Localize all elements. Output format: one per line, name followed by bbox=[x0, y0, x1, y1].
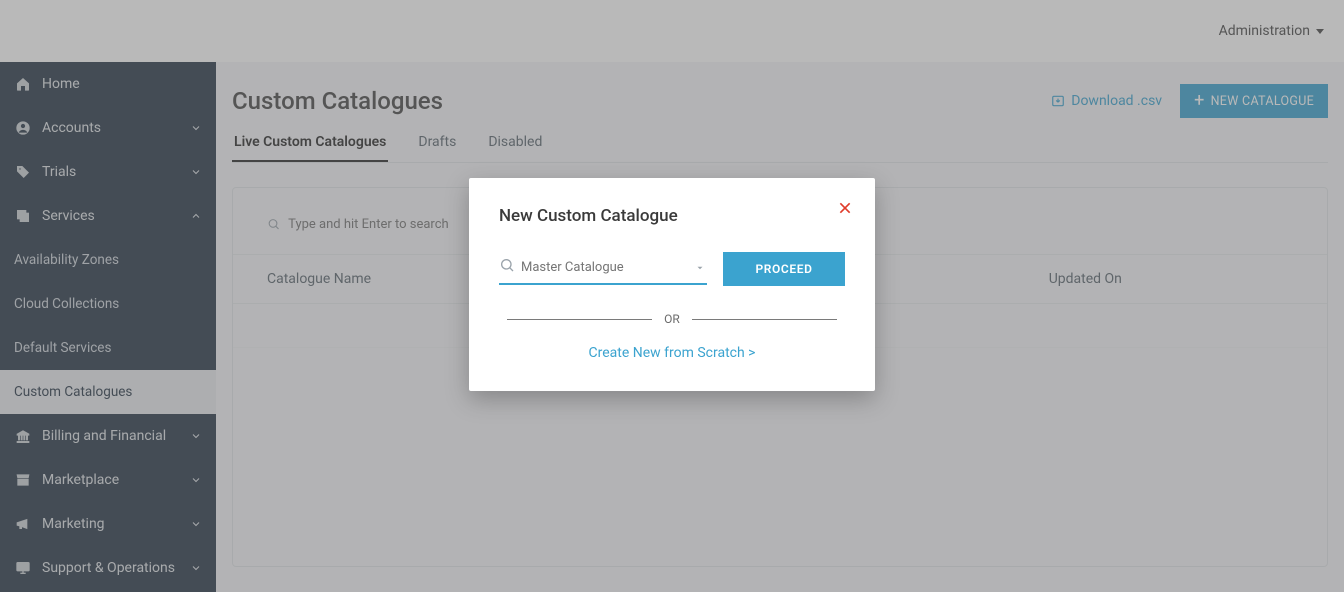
modal-title: New Custom Catalogue bbox=[499, 206, 845, 226]
modal-overlay[interactable]: New Custom Catalogue PROCEED OR Create N… bbox=[0, 0, 1344, 592]
search-icon bbox=[499, 257, 515, 277]
or-label: OR bbox=[664, 312, 680, 326]
master-catalogue-select[interactable] bbox=[499, 253, 707, 285]
scratch-label: Create New from Scratch > bbox=[589, 345, 756, 361]
master-catalogue-input[interactable] bbox=[521, 260, 707, 275]
create-from-scratch-link[interactable]: Create New from Scratch > bbox=[589, 345, 756, 361]
or-divider: OR bbox=[507, 312, 837, 326]
close-icon[interactable] bbox=[837, 200, 853, 220]
proceed-button[interactable]: PROCEED bbox=[723, 252, 845, 286]
dropdown-icon bbox=[695, 258, 705, 277]
proceed-label: PROCEED bbox=[756, 262, 813, 276]
new-catalogue-modal: New Custom Catalogue PROCEED OR Create N… bbox=[469, 178, 875, 391]
